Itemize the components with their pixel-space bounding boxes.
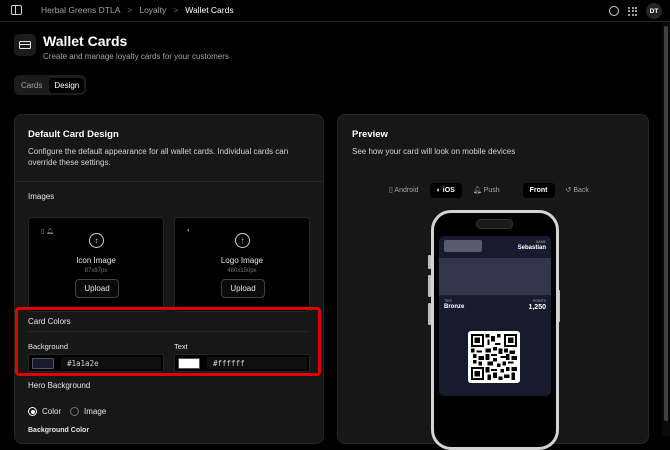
platform-tabs: ▯ Android ◐ iOS 🔔︎ Push Front ↺ Back xyxy=(382,182,596,198)
tab-label: Back xyxy=(573,187,589,194)
text-color-input[interactable]: #ffffff xyxy=(207,357,307,369)
apple-icon: ◐ xyxy=(187,228,191,234)
tab-design[interactable]: Design xyxy=(49,77,85,93)
hero-radio-image[interactable]: Image xyxy=(70,407,106,416)
divider xyxy=(28,331,308,332)
images-label: Images xyxy=(28,192,55,201)
tab-list: Cards Design xyxy=(14,75,87,95)
card-colors-title: Card Colors xyxy=(28,317,71,326)
card-logo-placeholder xyxy=(444,240,482,252)
card-hero xyxy=(439,258,551,295)
card-points: 1,250 xyxy=(528,304,546,311)
icon-image-dropzone[interactable]: ▯ 🔔︎ ↑ Icon Image 87x87px Upload xyxy=(28,217,164,312)
background-color-field: #1a1a2e xyxy=(28,354,164,372)
logo-image-size: 480x150px xyxy=(227,268,257,274)
hero-radio-color[interactable]: Color xyxy=(28,407,61,416)
scrollbar-thumb[interactable] xyxy=(664,26,668,421)
page-title: Wallet Cards xyxy=(43,33,128,49)
preview-panel: Preview See how your card will look on m… xyxy=(337,114,649,450)
icon-image-size: 87x87px xyxy=(84,268,108,274)
page-subtitle: Create and manage loyalty cards for your… xyxy=(43,52,229,61)
card-name-label: NAME xyxy=(535,240,546,244)
tab-label: iOS xyxy=(442,186,455,194)
qr-code-graphic xyxy=(471,334,517,380)
logo-image-dropzone[interactable]: ◐ ↑ Logo Image 480x150px Upload xyxy=(174,217,310,312)
tab-push[interactable]: 🔔︎ Push xyxy=(466,182,507,198)
sidebar-toggle-icon[interactable] xyxy=(11,5,22,15)
wallet-card-preview: NAME Sebastian TIER Bronze POINTS 1,250 xyxy=(439,236,551,396)
breadcrumb-section[interactable]: Loyalty xyxy=(139,5,166,15)
design-title: Default Card Design xyxy=(28,129,119,140)
card-tier: Bronze xyxy=(444,304,465,310)
phone-notch xyxy=(476,219,513,229)
text-color-label: Text xyxy=(174,342,188,351)
text-color-field: #ffffff xyxy=(174,354,310,372)
icon-upload-button[interactable]: Upload xyxy=(75,279,119,298)
divider xyxy=(15,181,323,182)
tab-android[interactable]: ▯ Android xyxy=(382,182,426,198)
icon-image-name: Icon Image xyxy=(76,256,116,265)
design-panel: Default Card Design Configure the defaul… xyxy=(14,114,324,444)
tab-label: Android xyxy=(394,187,419,194)
preview-description: See how your card will look on mobile de… xyxy=(352,147,516,156)
card-points-label: POINTS xyxy=(532,299,546,303)
upload-icon: ↑ xyxy=(235,233,250,248)
design-description: Configure the default appearance for all… xyxy=(28,147,289,167)
breadcrumb: Herbal Greens DTLA > Loyalty > Wallet Ca… xyxy=(41,5,234,15)
avatar[interactable]: DT xyxy=(646,3,662,19)
upload-icon: ↑ xyxy=(89,233,104,248)
scrollbar[interactable] xyxy=(662,22,670,436)
phone-mockup: NAME Sebastian TIER Bronze POINTS 1,250 xyxy=(431,210,559,450)
text-color-swatch[interactable] xyxy=(178,358,200,369)
breadcrumb-sep: > xyxy=(173,5,179,15)
background-color-swatch[interactable] xyxy=(32,358,54,369)
background-color-input[interactable]: #1a1a2e xyxy=(61,357,161,369)
phone-bell-icon: ▯ 🔔︎ xyxy=(41,229,54,235)
card-name: Sebastian xyxy=(517,245,546,251)
tab-back[interactable]: ↺ Back xyxy=(559,182,596,198)
apps-grid-icon[interactable] xyxy=(628,6,637,16)
tab-ios[interactable]: ◐ iOS xyxy=(429,182,462,198)
background-color-label: Background Color xyxy=(28,427,90,434)
qr-code xyxy=(468,331,520,383)
chat-icon[interactable] xyxy=(609,6,619,16)
radio-label: Image xyxy=(84,407,107,416)
breadcrumb-org[interactable]: Herbal Greens DTLA xyxy=(41,5,120,15)
tab-cards[interactable]: Cards xyxy=(16,78,47,93)
logo-upload-button[interactable]: Upload xyxy=(221,279,265,298)
preview-title: Preview xyxy=(352,129,388,140)
tab-front[interactable]: Front xyxy=(522,182,555,198)
tab-label: Push xyxy=(483,187,500,194)
logo-image-name: Logo Image xyxy=(220,256,264,265)
top-bar: Herbal Greens DTLA > Loyalty > Wallet Ca… xyxy=(0,0,670,22)
background-color-label: Background xyxy=(28,342,69,351)
hero-background-title: Hero Background xyxy=(28,381,91,390)
card-tier-label: TIER xyxy=(444,299,452,303)
breadcrumb-sep: > xyxy=(127,5,133,15)
radio-selected-icon xyxy=(28,407,37,416)
wallet-card-icon xyxy=(14,34,36,56)
radio-unselected-icon xyxy=(70,407,79,416)
breadcrumb-current: Wallet Cards xyxy=(185,5,234,15)
radio-label: Color xyxy=(42,407,62,416)
